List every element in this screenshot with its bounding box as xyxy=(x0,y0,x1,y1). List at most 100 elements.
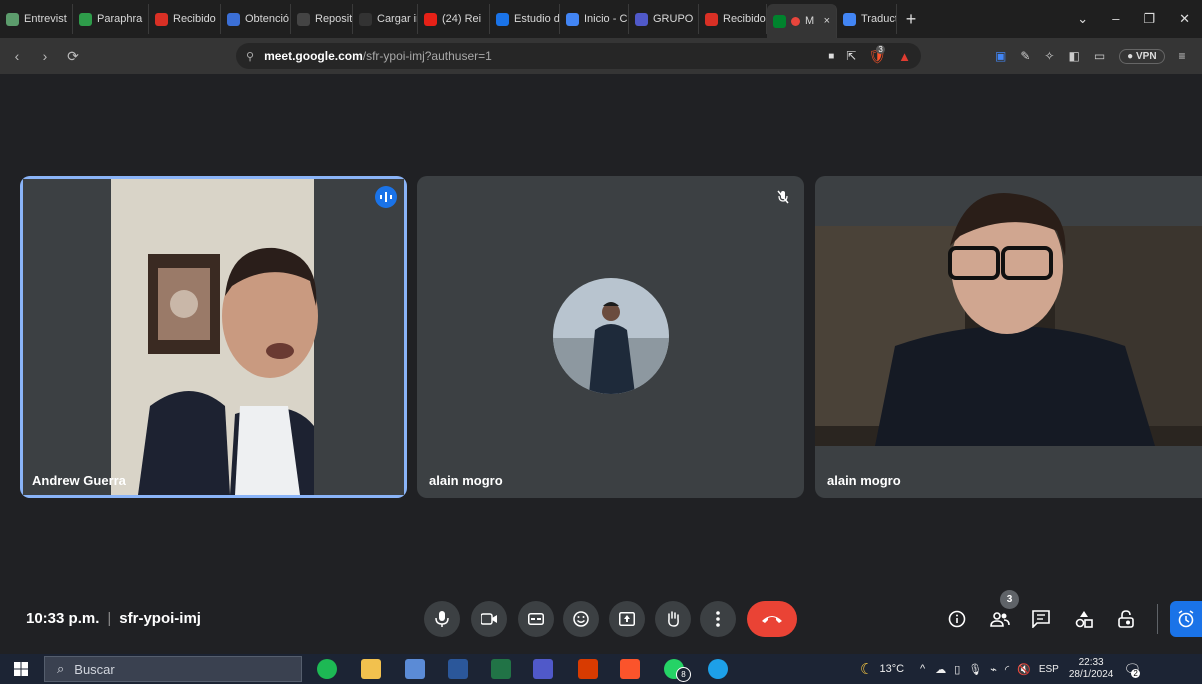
wifi-icon[interactable]: ◜ xyxy=(1005,663,1009,676)
browser-tab[interactable]: Recibido xyxy=(149,4,221,34)
close-window-button[interactable]: ✕ xyxy=(1179,11,1190,27)
brave-icon[interactable] xyxy=(620,659,640,679)
browser-tab[interactable]: Entrevist xyxy=(0,4,73,34)
camera-icon xyxy=(481,613,497,625)
browser-tab-label: Entrevist xyxy=(24,13,67,25)
browser-tab[interactable]: Reposito xyxy=(291,4,353,34)
powerpoint-icon[interactable] xyxy=(578,659,598,679)
share-icon[interactable]: ⇱ xyxy=(846,49,856,63)
people-icon xyxy=(990,612,1010,627)
shield-count: 3 xyxy=(876,44,885,54)
browser-tab[interactable]: Cargar in xyxy=(353,4,418,34)
graduation-cap-icon xyxy=(227,12,240,26)
file-explorer-icon[interactable] xyxy=(361,659,381,679)
meeting-time: 10:33 p.m. xyxy=(26,610,100,627)
browser-tab-label: Obtenció xyxy=(245,13,290,25)
browser-tab-label: Paraphra xyxy=(97,13,143,25)
spotify-icon[interactable] xyxy=(317,659,337,679)
browser-tab[interactable]: Obtenció xyxy=(221,4,291,34)
meeting-code: sfr-ypoi-imj xyxy=(119,610,201,627)
reload-icon[interactable]: ⟳ xyxy=(62,48,84,65)
browser-tab-label: Traducto xyxy=(861,13,896,25)
browser-tab[interactable]: Inicio - C xyxy=(560,4,629,34)
leave-call-button[interactable] xyxy=(747,601,797,637)
word-icon[interactable] xyxy=(448,659,468,679)
camera-button[interactable] xyxy=(471,601,507,637)
back-icon[interactable]: ‹ xyxy=(6,48,28,64)
browser-tab[interactable]: (24) Rei xyxy=(418,4,490,34)
browser-tab-label: (24) Rei xyxy=(442,13,482,25)
volume-muted-icon[interactable]: 🔇 xyxy=(1017,663,1031,676)
notifications-icon[interactable]: 🗨 2 xyxy=(1123,661,1141,678)
battery-icon[interactable]: ▯ xyxy=(954,663,960,676)
browser-tab[interactable]: Recibido xyxy=(699,4,767,34)
tab-search-icon[interactable]: ⌄ xyxy=(1077,11,1088,27)
new-tab-button[interactable]: + xyxy=(897,9,925,30)
notification-count: 2 xyxy=(1131,668,1140,678)
browser-tab-label: Estudio d xyxy=(514,13,560,25)
browser-tab-label: GRUPO xyxy=(653,13,694,25)
whatsapp-icon[interactable]: 8 xyxy=(664,659,691,682)
activities-button[interactable] xyxy=(1066,601,1102,637)
browser-tab[interactable]: GRUPO xyxy=(629,4,699,34)
participant-name: Andrew Guerra xyxy=(32,473,126,488)
recording-icon xyxy=(791,16,800,26)
pen-extension-icon[interactable]: ✎ xyxy=(1020,49,1030,63)
close-tab-icon[interactable]: × xyxy=(824,15,830,27)
camera-in-use-icon[interactable]: ■ xyxy=(828,51,834,62)
more-options-button[interactable] xyxy=(700,601,736,637)
address-bar[interactable]: ⚲ meet.google.com/sfr-ypoi-imj?authuser=… xyxy=(236,43,921,69)
wallet-icon[interactable]: ▭ xyxy=(1094,49,1105,63)
hand-icon xyxy=(668,611,679,627)
excel-icon[interactable] xyxy=(491,659,511,679)
clock[interactable]: 22:33 28/1/2024 xyxy=(1069,657,1114,681)
task-view-icon[interactable] xyxy=(405,659,425,679)
edge-icon[interactable] xyxy=(708,659,728,679)
raise-hand-button[interactable] xyxy=(655,601,691,637)
meeting-details-button[interactable] xyxy=(939,601,975,637)
windows-start-icon[interactable] xyxy=(14,662,28,676)
paraphrase-icon xyxy=(79,12,92,26)
microphone-icon xyxy=(435,611,449,627)
teams-icon[interactable] xyxy=(533,659,553,679)
present-screen-button[interactable] xyxy=(609,601,645,637)
s-icon xyxy=(496,12,509,26)
translate-extension-icon[interactable]: ▣ xyxy=(995,49,1006,63)
weather-temperature[interactable]: 13°C xyxy=(879,663,904,675)
minimize-button[interactable]: – xyxy=(1112,11,1119,27)
brave-rewards-icon[interactable]: ▲ xyxy=(898,49,911,64)
extensions-area: ▣ ✎ ✧ ◧ ▭ ● VPN ≡ xyxy=(995,38,1186,74)
sidebar-icon[interactable]: ◧ xyxy=(1068,49,1079,63)
host-controls-button[interactable] xyxy=(1108,601,1144,637)
browser-tab[interactable]: Paraphra xyxy=(73,4,149,34)
browser-tab[interactable]: M × xyxy=(767,4,837,38)
cloud-icon[interactable]: ☁ xyxy=(935,663,946,676)
mic-tray-icon[interactable]: 🎙 xyxy=(968,663,982,676)
vpn-button[interactable]: ● VPN xyxy=(1119,48,1165,64)
participant-tile-andrew-guerra[interactable]: Andrew Guerra xyxy=(20,176,407,498)
browser-tab[interactable]: Traducto xyxy=(837,4,897,34)
show-hidden-icons[interactable]: ^ xyxy=(920,663,925,675)
microphone-button[interactable] xyxy=(424,601,460,637)
chat-button[interactable] xyxy=(1023,601,1059,637)
meet-icon xyxy=(773,14,786,28)
participant-tile-alain-mogro-avatar[interactable]: alain mogro xyxy=(417,176,804,498)
more-vert-icon xyxy=(716,611,720,627)
language-indicator[interactable]: ESP xyxy=(1039,664,1059,675)
browser-tab-label: Recibido xyxy=(173,13,216,25)
timer-button[interactable] xyxy=(1170,601,1202,637)
taskbar-search-box[interactable]: ⌕ Buscar xyxy=(44,656,302,682)
c-icon xyxy=(359,12,372,26)
browser-tab[interactable]: Estudio d xyxy=(490,4,560,34)
restore-button[interactable]: ❐ xyxy=(1143,11,1155,27)
brave-shield-icon[interactable]: 🛡 3 xyxy=(868,44,886,65)
weather-moon-icon[interactable]: ☾ xyxy=(860,660,873,678)
extensions-puzzle-icon[interactable]: ✧ xyxy=(1044,49,1054,63)
participant-tile-alain-mogro-video[interactable]: alain mogro xyxy=(815,176,1202,498)
forward-icon[interactable]: › xyxy=(34,48,56,64)
site-settings-icon[interactable]: ⚲ xyxy=(246,50,254,63)
reactions-button[interactable] xyxy=(563,601,599,637)
captions-button[interactable] xyxy=(518,601,554,637)
usb-icon[interactable]: ⌁ xyxy=(990,663,997,676)
menu-icon[interactable]: ≡ xyxy=(1179,49,1186,63)
